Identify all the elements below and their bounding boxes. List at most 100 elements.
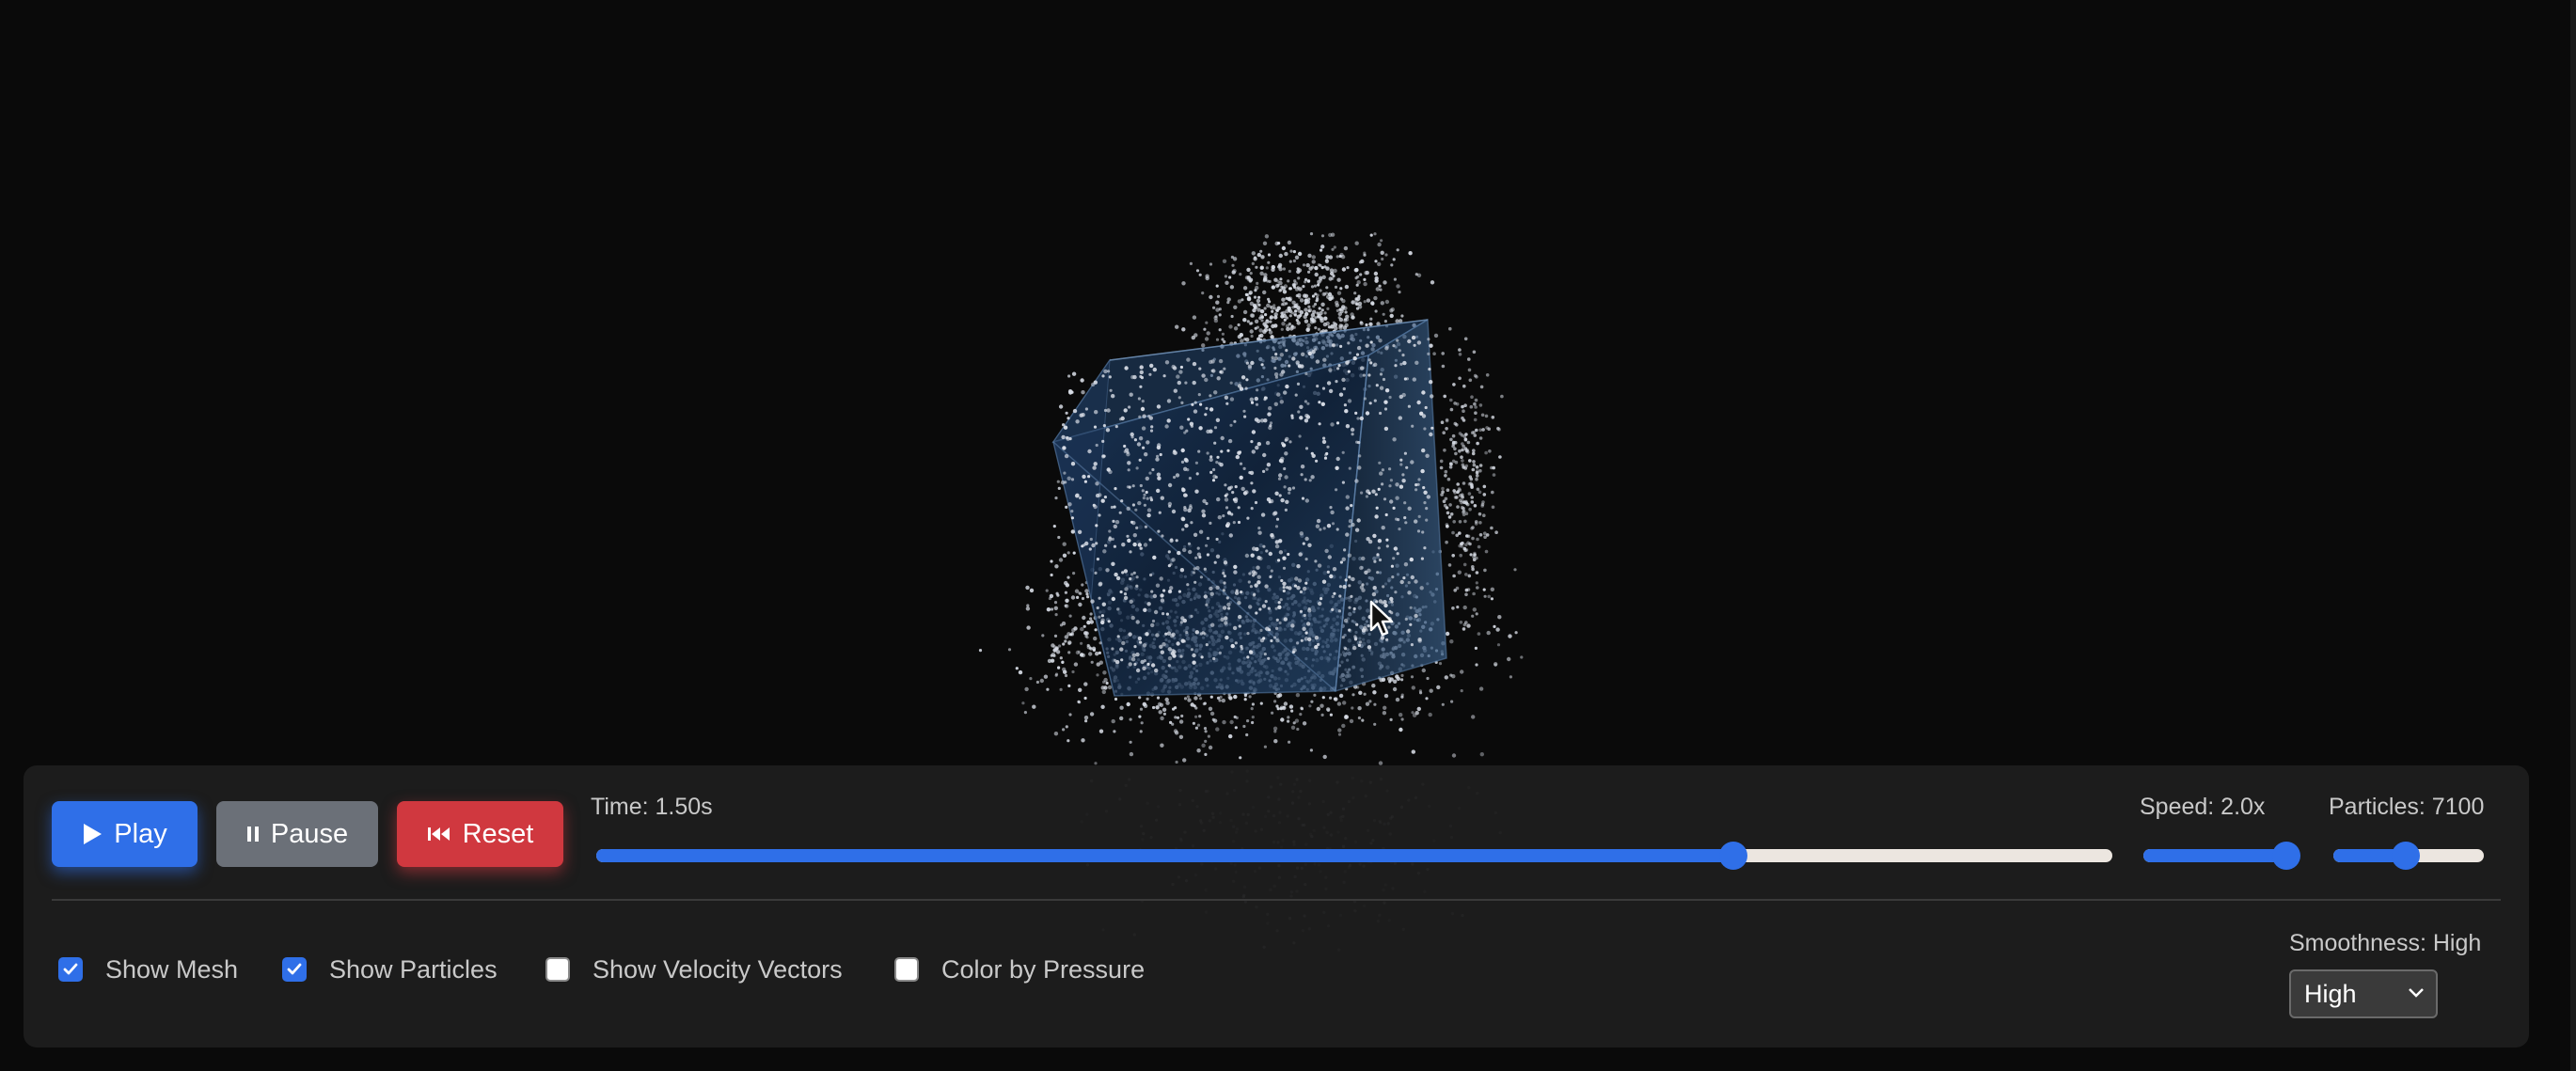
- reset-button[interactable]: Reset: [397, 801, 563, 867]
- particle: [1215, 537, 1219, 542]
- particle: [1178, 734, 1184, 739]
- particle: [1242, 466, 1246, 470]
- particles-slider-thumb[interactable]: [2391, 842, 2420, 870]
- particle: [1256, 302, 1260, 306]
- time-slider-thumb[interactable]: [1719, 842, 1747, 870]
- particle: [1283, 485, 1287, 489]
- color-by-pressure-checkbox[interactable]: [894, 957, 919, 982]
- particle: [1233, 326, 1239, 331]
- particle: [1330, 232, 1335, 237]
- particle: [1212, 467, 1216, 472]
- particle: [1399, 484, 1404, 489]
- particle: [1345, 495, 1351, 499]
- particle: [1216, 455, 1220, 459]
- particle: [1211, 479, 1216, 482]
- particle: [1488, 449, 1492, 453]
- particle: [1467, 368, 1472, 372]
- particle: [1304, 581, 1308, 585]
- time-slider-fill: [596, 849, 1733, 862]
- speed-slider[interactable]: [2143, 842, 2300, 870]
- show-velocity-vectors-checkbox[interactable]: [545, 957, 570, 982]
- particle: [1141, 400, 1145, 403]
- particles-slider[interactable]: [2333, 842, 2484, 870]
- show-mesh-checkbox[interactable]: [58, 957, 83, 982]
- vertical-scrollbar[interactable]: [2570, 0, 2576, 1071]
- show-particles-label[interactable]: Show Particles: [329, 955, 498, 984]
- speed-slider-thumb[interactable]: [2272, 842, 2300, 870]
- particle: [1084, 719, 1088, 723]
- particle: [1421, 668, 1427, 673]
- particle: [1451, 433, 1456, 438]
- particle: [1175, 473, 1180, 478]
- particle: [1141, 426, 1146, 431]
- particle: [1190, 648, 1193, 652]
- show-mesh-label[interactable]: Show Mesh: [105, 955, 238, 984]
- particle: [1464, 592, 1468, 597]
- particle: [1199, 575, 1203, 579]
- particle: [1476, 586, 1479, 590]
- particle: [1332, 274, 1335, 278]
- particle: [1449, 398, 1453, 402]
- particle: [1297, 251, 1303, 257]
- particle: [1442, 499, 1446, 503]
- particle: [1108, 536, 1112, 540]
- particle: [1491, 490, 1494, 495]
- particle: [1243, 698, 1247, 701]
- particle: [1067, 575, 1070, 579]
- particle: [1474, 520, 1478, 524]
- particle: [1376, 571, 1380, 575]
- particle: [1145, 476, 1150, 481]
- show-particles-checkbox[interactable]: [282, 957, 307, 982]
- particle: [1292, 259, 1296, 263]
- particle: [1070, 390, 1074, 394]
- particle: [1482, 484, 1487, 489]
- particle: [1304, 418, 1309, 423]
- particle: [1298, 552, 1303, 557]
- particle: [1267, 412, 1272, 417]
- particle: [1311, 255, 1317, 260]
- particle: [1138, 696, 1142, 700]
- particle: [1254, 417, 1259, 422]
- particle: [1262, 544, 1266, 548]
- particle: [1116, 635, 1120, 638]
- particle: [1451, 440, 1456, 445]
- particle: [1084, 635, 1088, 638]
- particle: [1062, 667, 1067, 672]
- particle: [1403, 562, 1409, 567]
- particle: [1064, 673, 1068, 678]
- pause-button[interactable]: Pause: [216, 801, 378, 867]
- smoothness-select[interactable]: High: [2289, 969, 2438, 1018]
- show-velocity-vectors-label[interactable]: Show Velocity Vectors: [593, 955, 843, 984]
- particle: [1101, 374, 1105, 378]
- play-button[interactable]: Play: [52, 801, 198, 867]
- particle: [1246, 320, 1250, 323]
- particle: [1157, 476, 1162, 480]
- particle: [1465, 502, 1470, 507]
- particle: [1150, 622, 1155, 628]
- particle: [1324, 291, 1328, 295]
- particle: [1130, 432, 1134, 437]
- color-by-pressure-label[interactable]: Color by Pressure: [941, 955, 1145, 984]
- particle: [1280, 311, 1284, 315]
- particle: [1466, 440, 1471, 445]
- particle: [1385, 638, 1389, 641]
- particle: [1374, 260, 1378, 263]
- particle: [1271, 711, 1274, 715]
- particle: [1111, 561, 1115, 566]
- particle: [1300, 707, 1304, 711]
- particle: [1426, 676, 1430, 681]
- particle: [1448, 465, 1453, 469]
- particle: [1094, 628, 1098, 632]
- particle: [1336, 367, 1340, 370]
- particle: [1416, 706, 1422, 712]
- particle: [1096, 606, 1099, 610]
- time-slider[interactable]: [596, 842, 2112, 870]
- particle: [1105, 568, 1110, 573]
- particle: [1218, 307, 1222, 311]
- particle: [1275, 626, 1279, 631]
- particle: [1329, 574, 1334, 579]
- particle: [1203, 632, 1207, 636]
- particle: [1193, 401, 1197, 404]
- particle: [1162, 712, 1166, 716]
- particle: [1222, 589, 1225, 592]
